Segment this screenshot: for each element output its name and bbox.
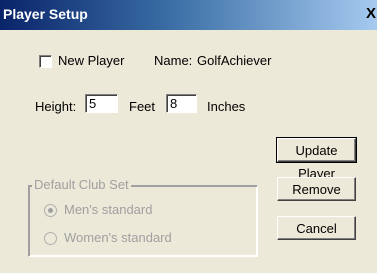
new-player-label[interactable]: New Player	[58, 53, 124, 68]
womens-standard-label[interactable]: Women's standard	[64, 230, 172, 245]
default-club-set-group	[28, 185, 258, 257]
name-label: Name:	[154, 53, 193, 68]
feet-input[interactable]	[85, 94, 118, 113]
update-player-button[interactable]: Update Player	[276, 137, 357, 181]
mens-standard-label[interactable]: Men's standard	[64, 202, 152, 217]
player-name-value: GolfAchiever	[197, 53, 272, 68]
title-bar[interactable]: Player Setup X	[0, 0, 377, 30]
cancel-button[interactable]: Cancel	[277, 216, 356, 240]
remove-button[interactable]: Remove	[277, 177, 356, 201]
height-label: Height:	[35, 99, 77, 114]
inches-label: Inches	[207, 99, 246, 114]
player-setup-dialog: Player Setup X New Player Name: GolfAchi…	[0, 0, 377, 273]
default-club-set-legend: Default Club Set	[32, 177, 131, 192]
mens-standard-radio[interactable]	[44, 204, 57, 217]
dialog-title: Player Setup	[3, 6, 88, 22]
new-player-checkbox[interactable]	[39, 55, 52, 68]
close-icon[interactable]: X	[365, 4, 377, 24]
inches-input[interactable]	[166, 94, 197, 113]
womens-standard-radio[interactable]	[44, 232, 57, 245]
feet-label: Feet	[129, 99, 156, 114]
